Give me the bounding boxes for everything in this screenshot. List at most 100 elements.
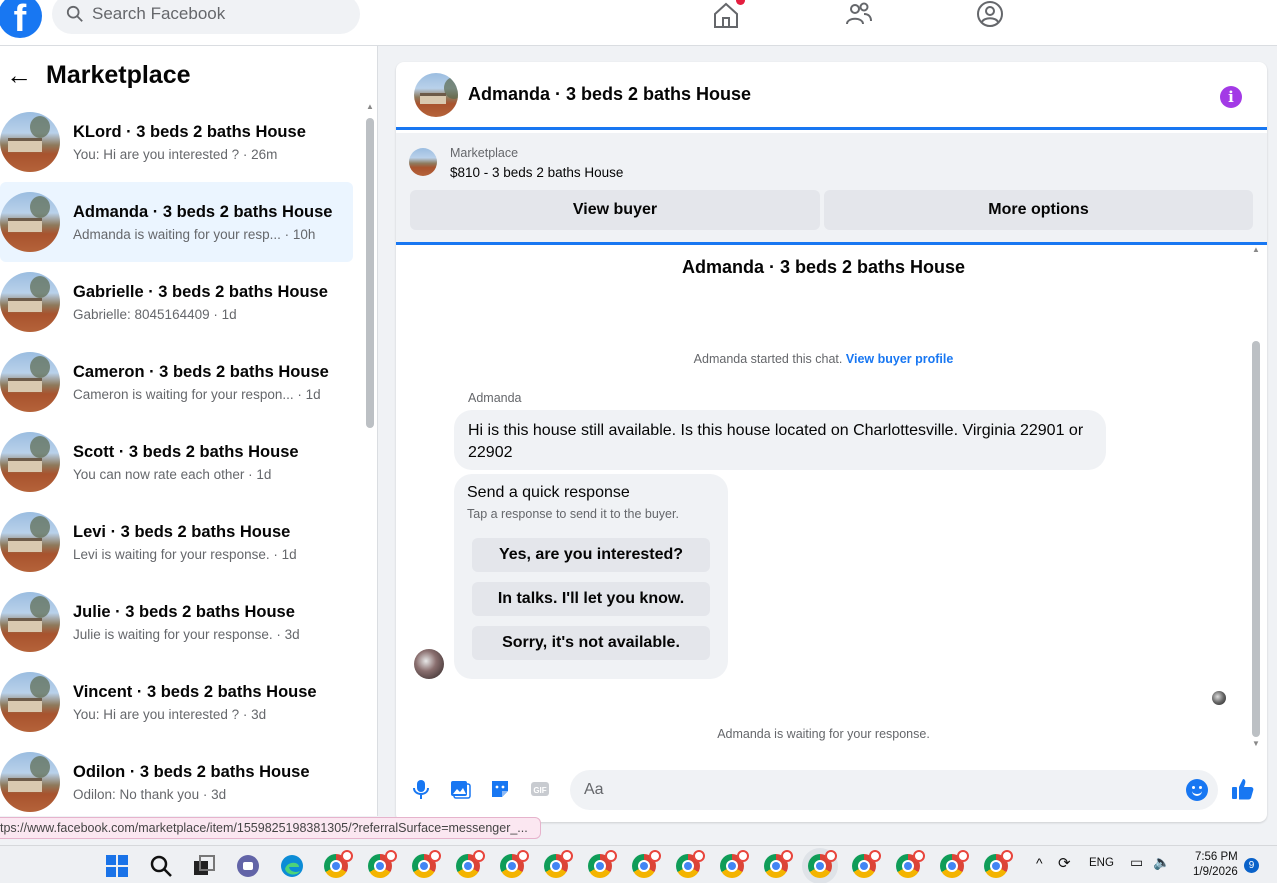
listing-thumbnail [0, 112, 60, 172]
chrome-profile-icon[interactable] [588, 850, 617, 878]
chrome-profile-icon[interactable] [456, 850, 485, 878]
microphone-icon[interactable] [410, 778, 432, 800]
conversation-item[interactable]: Gabrielle · 3 beds 2 baths House Gabriell… [0, 262, 356, 342]
message-input[interactable]: Aa [570, 770, 1218, 810]
incoming-message-bubble: Hi is this house still available. Is thi… [454, 410, 1106, 470]
windows-start-icon[interactable] [104, 853, 130, 879]
edge-browser-icon[interactable] [279, 853, 305, 879]
quick-reply-yes-button[interactable]: Yes, are you interested? [472, 538, 710, 572]
notification-count-badge[interactable]: 9 [1244, 858, 1259, 873]
quick-response-card: Send a quick response Tap a response to … [454, 474, 728, 679]
quick-reply-not-available-button[interactable]: Sorry, it's not available. [472, 626, 710, 660]
chrome-profile-icon[interactable] [984, 850, 1013, 878]
chrome-profile-icon[interactable] [940, 850, 969, 878]
sync-icon[interactable]: ⟳ [1058, 854, 1071, 872]
chrome-profile-icon[interactable] [764, 850, 793, 878]
chrome-profile-icon[interactable] [632, 850, 661, 878]
scroll-up-arrow-icon[interactable]: ▲ [1252, 245, 1260, 254]
conversation-title: KLord · 3 beds 2 baths House [73, 122, 306, 141]
sidebar-scrollbar[interactable]: ▲ [366, 102, 374, 802]
conversation-item-selected[interactable]: Admanda · 3 beds 2 baths House Admanda is… [0, 182, 353, 262]
chrome-profile-icon[interactable] [544, 850, 573, 878]
chat-panel: Admanda · 3 beds 2 baths House i Marketp… [396, 62, 1267, 822]
waiting-notice: Admanda is waiting for your response. [717, 727, 930, 741]
view-buyer-button[interactable]: View buyer [410, 190, 820, 230]
thread-scrollbar[interactable]: ▲ ▼ [1251, 245, 1261, 763]
conversation-item[interactable]: KLord · 3 beds 2 baths House You: Hi are … [0, 102, 356, 182]
photo-icon[interactable] [449, 778, 471, 800]
thumbs-up-icon[interactable] [1230, 776, 1256, 802]
top-bar: f Search Facebook [0, 0, 1277, 46]
chrome-profile-icon[interactable] [500, 850, 529, 878]
search-icon [66, 5, 83, 22]
buyer-avatar[interactable] [414, 649, 444, 679]
task-view-icon[interactable] [191, 853, 217, 879]
conversation-item[interactable]: Scott · 3 beds 2 baths House You can now … [0, 422, 356, 502]
conversation-preview: Gabrielle: 8045164409 · 1d [73, 306, 237, 322]
clock-date: 1/9/2026 [1193, 866, 1238, 878]
chrome-profile-icon[interactable] [368, 850, 397, 878]
more-options-button[interactable]: More options [824, 190, 1253, 230]
chat-started-notice: Admanda started this chat. View buyer pr… [396, 352, 1251, 366]
scroll-up-arrow-icon[interactable]: ▲ [366, 102, 374, 111]
home-icon[interactable] [711, 0, 745, 30]
network-icon[interactable]: ▭ [1130, 854, 1143, 871]
conversation-title: Scott · 3 beds 2 baths House [73, 442, 299, 461]
listing-thumbnail [0, 752, 60, 812]
quick-reply-in-talks-button[interactable]: In talks. I'll let you know. [472, 582, 710, 616]
conversation-title: Odilon · 3 beds 2 baths House [73, 762, 310, 781]
listing-thumbnail [0, 512, 60, 572]
scrollbar-thumb[interactable] [1252, 341, 1260, 737]
sidebar-header: ← Marketplace [6, 60, 191, 90]
conversation-preview: You: Hi are you interested ? · 3d [73, 706, 267, 722]
system-clock[interactable]: 7:56 PM 1/9/2026 [1193, 850, 1238, 880]
search-icon[interactable] [148, 853, 174, 879]
link-hover-status: tps://www.facebook.com/marketplace/item/… [0, 817, 541, 839]
chrome-profile-icon[interactable] [676, 850, 705, 878]
chrome-profile-icon-active[interactable] [808, 850, 837, 878]
friends-icon[interactable] [844, 0, 876, 30]
conversation-item[interactable]: Cameron · 3 beds 2 baths House Cameron is… [0, 342, 356, 422]
search-input[interactable]: Search Facebook [52, 0, 360, 34]
chrome-profile-icon[interactable] [720, 850, 749, 878]
conversation-preview: You can now rate each other · 1d [73, 466, 272, 482]
listing-thumbnail [0, 592, 60, 652]
conversation-item[interactable]: Odilon · 3 beds 2 baths House Odilon: No … [0, 742, 356, 822]
chat-header: Admanda · 3 beds 2 baths House i [396, 62, 1267, 130]
sticker-icon[interactable] [489, 778, 511, 800]
thread-title: Admanda · 3 beds 2 baths House [681, 257, 966, 277]
listing-thumbnail [0, 672, 60, 732]
facebook-logo-icon[interactable]: f [0, 0, 42, 40]
chrome-profile-icon[interactable] [852, 850, 881, 878]
chrome-profile-icon[interactable] [412, 850, 441, 878]
started-text: Admanda started this chat. [693, 352, 843, 366]
home-notification-dot [736, 0, 745, 5]
language-indicator[interactable]: ENG [1089, 857, 1114, 869]
gif-icon[interactable]: GIF [529, 778, 551, 800]
chevron-up-icon[interactable]: ^ [1036, 855, 1043, 871]
teams-chat-icon[interactable] [235, 853, 261, 879]
chat-title[interactable]: Admanda · 3 beds 2 baths House [468, 84, 751, 105]
conversation-preview: Levi is waiting for your response. · 1d [73, 546, 297, 562]
quick-response-title: Send a quick response [467, 484, 630, 501]
listing-avatar[interactable] [414, 72, 458, 117]
conversation-title: Vincent · 3 beds 2 baths House [73, 682, 317, 701]
listing-price-title[interactable]: $810 - 3 beds 2 baths House [450, 165, 623, 180]
listing-thumbnail [0, 432, 60, 492]
chrome-profile-icon[interactable] [324, 850, 353, 878]
chrome-profile-icon[interactable] [896, 850, 925, 878]
conversation-item[interactable]: Vincent · 3 beds 2 baths House You: Hi ar… [0, 662, 356, 742]
profile-icon[interactable] [975, 0, 1007, 30]
info-icon[interactable]: i [1220, 86, 1242, 108]
volume-icon[interactable]: 🔈 [1153, 854, 1170, 871]
conversation-item[interactable]: Levi · 3 beds 2 baths House Levi is waiti… [0, 502, 356, 582]
emoji-icon[interactable] [1186, 779, 1208, 801]
scroll-down-arrow-icon[interactable]: ▼ [1252, 739, 1260, 748]
back-arrow-icon[interactable]: ← [6, 60, 32, 90]
listing-thumbnail [0, 352, 60, 412]
listing-thumbnail [409, 148, 437, 176]
quick-response-subtitle: Tap a response to send it to the buyer. [467, 507, 679, 521]
conversation-item[interactable]: Julie · 3 beds 2 baths House Julie is wai… [0, 582, 356, 662]
view-buyer-profile-link[interactable]: View buyer profile [846, 352, 953, 366]
scrollbar-thumb[interactable] [366, 118, 374, 428]
